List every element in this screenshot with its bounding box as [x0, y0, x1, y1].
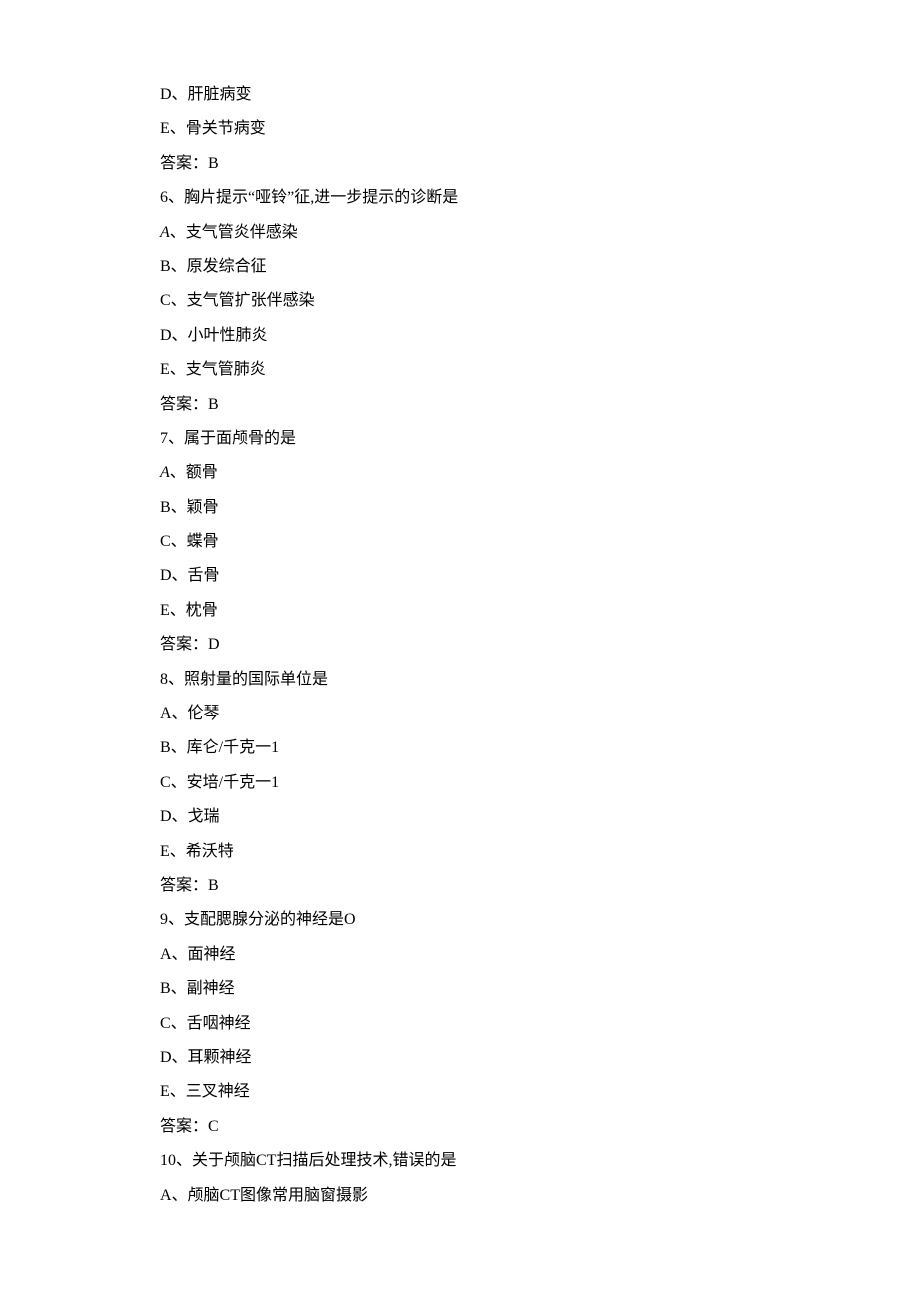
text-line: E、枕骨: [160, 594, 740, 628]
text-line: A、伦琴: [160, 697, 740, 731]
answer-line: 答案：B: [160, 869, 740, 903]
question-line: 6、胸片提示“哑铃”征,进一步提示的诊断是: [160, 181, 740, 215]
text-line: E、三叉神经: [160, 1075, 740, 1109]
text-line: A、支气管炎伴感染: [160, 216, 740, 250]
text-line: C、安培/千克一1: [160, 766, 740, 800]
option-letter: A: [160, 464, 170, 481]
text-line: D、舌骨: [160, 559, 740, 593]
document-page: D、肝脏病变 E、骨关节病变 答案：B 6、胸片提示“哑铃”征,进一步提示的诊断…: [0, 0, 740, 1273]
text-line: E、支气管肺炎: [160, 353, 740, 387]
question-line: 7、属于面颅骨的是: [160, 422, 740, 456]
text-line: B、副神经: [160, 972, 740, 1006]
option-text: 、额骨: [170, 464, 218, 481]
text-line: A、颅脑CT图像常用脑窗摄影: [160, 1179, 740, 1213]
option-letter: A: [160, 224, 170, 241]
text-line: C、支气管扩张伴感染: [160, 284, 740, 318]
text-line: E、希沃特: [160, 835, 740, 869]
answer-line: 答案：B: [160, 147, 740, 181]
answer-line: 答案：C: [160, 1110, 740, 1144]
text-line: A、面神经: [160, 938, 740, 972]
answer-line: 答案：B: [160, 388, 740, 422]
question-line: 8、照射量的国际单位是: [160, 663, 740, 697]
text-line: D、肝脏病变: [160, 78, 740, 112]
text-line: D、戈瑞: [160, 800, 740, 834]
text-line: B、库仑/千克一1: [160, 731, 740, 765]
text-line: C、舌咽神经: [160, 1007, 740, 1041]
text-line: B、颖骨: [160, 491, 740, 525]
text-line: A、额骨: [160, 456, 740, 490]
text-line: E、骨关节病变: [160, 112, 740, 146]
text-line: B、原发综合征: [160, 250, 740, 284]
text-line: C、蝶骨: [160, 525, 740, 559]
text-line: D、小叶性肺炎: [160, 319, 740, 353]
answer-line: 答案：D: [160, 628, 740, 662]
question-line: 9、支配腮腺分泌的神经是O: [160, 903, 740, 937]
question-line: 10、关于颅脑CT扫描后处理技术,错误的是: [160, 1144, 740, 1178]
text-line: D、耳颗神经: [160, 1041, 740, 1075]
option-text: 、支气管炎伴感染: [170, 224, 298, 241]
